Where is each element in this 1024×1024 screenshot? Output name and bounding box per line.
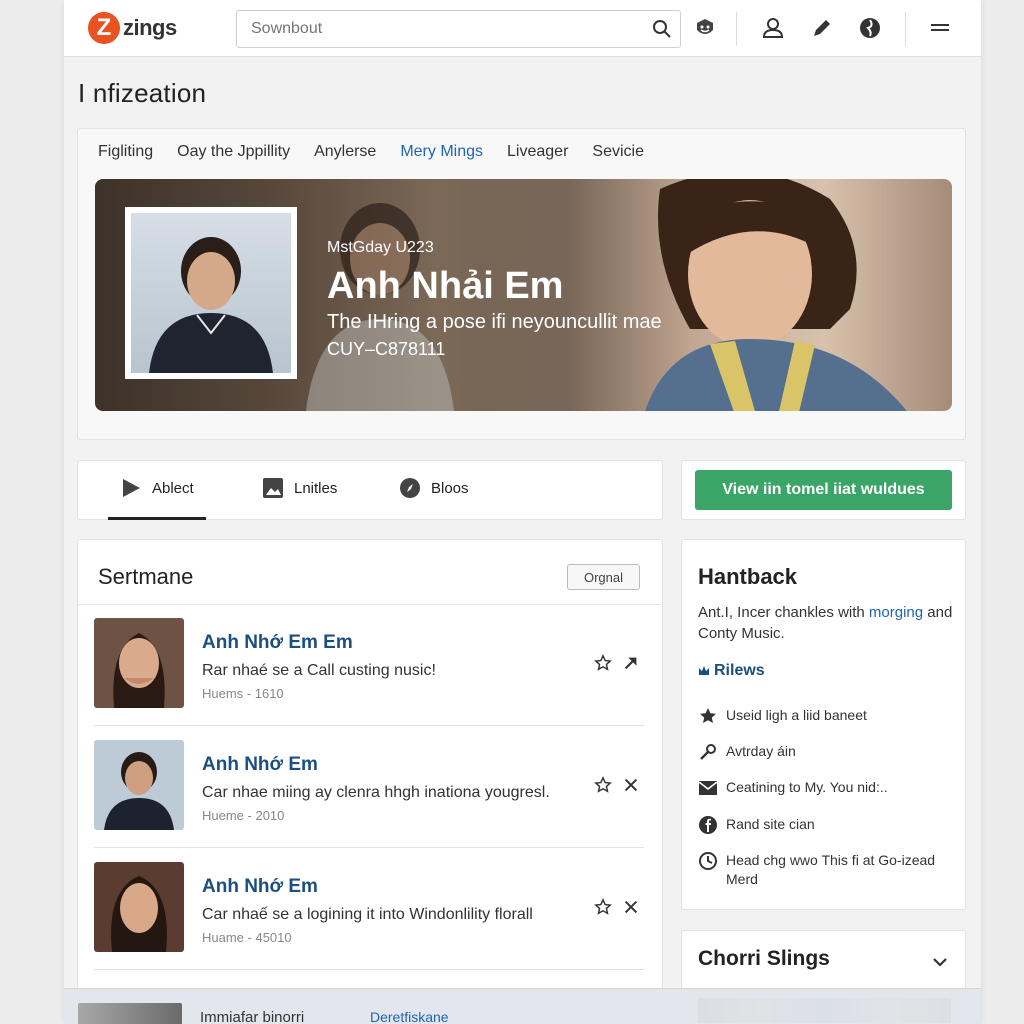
top-bar: Z zings (64, 0, 981, 57)
tab-anylerse[interactable]: Anylerse (314, 143, 376, 161)
tab-sevicie[interactable]: Sevicie (592, 143, 644, 161)
tab-figliting[interactable]: Figliting (98, 143, 153, 161)
desc-text: Ant.I, Incer chankles with (698, 604, 869, 621)
sidebar-item[interactable]: Rand site cian (698, 815, 953, 835)
hero-banner[interactable]: MstGday U223 Anh Nhải Em The IHring a po… (95, 179, 952, 411)
divider (736, 12, 737, 46)
sidebar-item-label: Rand site cian (726, 816, 815, 832)
sidebar-item-label: Useid ligh a liid baneet (726, 707, 867, 723)
woman-photo (645, 179, 907, 411)
list-item[interactable]: Anh Nhớ Em Car nhaế se a logining it int… (94, 848, 644, 970)
subheading-label: Rilews (714, 662, 765, 679)
song-list-card: Sertmane Orgnal Anh Nhớ Em Em Rar nhaé s… (77, 539, 663, 1024)
banner-kicker: MstGday U223 (327, 239, 434, 256)
list-title: Sertmane (98, 564, 194, 589)
banner-title: Anh Nhải Em (327, 265, 564, 307)
star-icon[interactable] (594, 776, 612, 794)
app-window: Z zings I nfizeation Figliting Oay the J… (64, 0, 981, 1024)
compass-icon (400, 478, 420, 498)
song-title[interactable]: Anh Nhớ Em (202, 876, 318, 898)
tab-mery-mings[interactable]: Mery Mings (400, 143, 483, 161)
hero-card: Figliting Oay the Jppillity Anylerse Mer… (77, 128, 966, 440)
song-meta: Huems - 1610 (202, 686, 284, 701)
clock-icon (699, 852, 717, 870)
share-arrow-icon[interactable] (622, 654, 640, 672)
original-button[interactable]: Orgnal (567, 564, 640, 590)
close-icon[interactable] (622, 898, 640, 916)
tab-ablect[interactable]: Ablect (120, 477, 194, 499)
banner-subtitle: The IHring a pose ifi neyouncullit mae (327, 311, 662, 333)
avatar (94, 740, 184, 830)
tab-label: Ablect (152, 479, 194, 497)
search-icon[interactable] (652, 19, 672, 39)
page-title: I nfizeation (78, 78, 207, 108)
list-item[interactable]: Anh Nhớ Em Car nhae miing ay clenra hhgh… (94, 726, 644, 848)
tab-liveager[interactable]: Liveager (507, 143, 568, 161)
active-tab-indicator (108, 517, 206, 520)
hero-tabs: Figliting Oay the Jppillity Anylerse Mer… (98, 143, 644, 161)
globe-icon[interactable] (858, 16, 882, 40)
search-input[interactable] (237, 11, 627, 47)
mail-icon (698, 781, 718, 795)
shield-icon[interactable] (693, 16, 717, 40)
desc-link[interactable]: morging (869, 604, 923, 621)
avatar (94, 862, 184, 952)
logo-text: zings (123, 15, 177, 40)
search-box (236, 10, 681, 48)
tab-label: Lnitles (294, 479, 338, 497)
song-title[interactable]: Anh Nhớ Em Em (202, 632, 353, 654)
song-description: Rar nhaé se a Call custing nusic! (202, 662, 436, 679)
image-icon (263, 478, 283, 498)
song-meta: Huame - 45010 (202, 930, 292, 945)
tab-lnitles[interactable]: Lnitles (262, 477, 337, 499)
sidebar-item[interactable]: Ceatining to My. You nid:.. (698, 778, 953, 798)
sidebar-item-label: Avtrday áin (726, 743, 796, 759)
bottom-text: Immiafar binorri (200, 1009, 305, 1024)
sidebar-item-label: Head chg wwo This fi at Go-izead Merd (726, 852, 936, 887)
sidebar-item[interactable]: Useid ligh a liid baneet (698, 706, 953, 726)
divider (905, 12, 906, 46)
close-icon[interactable] (622, 776, 640, 794)
logo[interactable]: Z zings (88, 12, 177, 44)
sidebar-item-label: Ceatining to My. You nid:.. (726, 779, 888, 795)
sidebar-title: Hantback (698, 564, 798, 589)
star-icon (700, 708, 716, 723)
sidebar-card: Hantback Ant.I, Incer chankles with morg… (681, 539, 966, 910)
tab-label: Bloos (431, 479, 469, 497)
user-icon[interactable] (761, 16, 785, 40)
bottom-thumbnail (78, 1003, 182, 1024)
sidebar-description: Ant.I, Incer chankles with morging and C… (698, 602, 953, 644)
sidebar-item[interactable]: Avtrday áin (698, 742, 953, 762)
artist-thumbnail[interactable] (125, 207, 297, 379)
star-icon[interactable] (594, 654, 612, 672)
pencil-icon[interactable] (810, 16, 834, 40)
chevron-down-icon[interactable] (931, 953, 949, 971)
sidebar-subheading[interactable]: Rilews (698, 662, 765, 680)
media-tabs: Ablect Lnitles Bloos (77, 460, 663, 520)
song-meta: Hueme - 2010 (202, 808, 285, 823)
menu-icon[interactable] (928, 16, 952, 40)
wrench-icon (700, 744, 716, 760)
facebook-icon (699, 816, 717, 834)
crown-icon (699, 666, 709, 675)
banner-code: CUY–C878111 (327, 339, 446, 359)
list-item[interactable]: Anh Nhớ Em Em Rar nhaé se a Call custing… (94, 604, 644, 726)
sidebar2-title[interactable]: Chorri Slings (698, 947, 830, 971)
tab-bloos[interactable]: Bloos (399, 477, 469, 499)
view-button[interactable]: View iin tomel iiat wuldues (695, 470, 952, 510)
sidebar-item[interactable]: Head chg wwo This fi at Go-izead Merd (698, 851, 953, 889)
bottom-bar: Immiafar binorri Deretfiskane (64, 988, 981, 1024)
avatar (94, 618, 184, 708)
tab-oay-the-jppillity[interactable]: Oay the Jppillity (177, 143, 290, 161)
man-photo (149, 237, 273, 373)
song-description: Car nhae miing ay clenra hhgh inationa y… (202, 784, 550, 801)
song-description: Car nhaế se a logining it into Windonlil… (202, 906, 533, 923)
view-button-card: View iin tomel iiat wuldues (681, 460, 966, 520)
bottom-link[interactable]: Deretfiskane (370, 1009, 449, 1024)
logo-mark: Z (88, 12, 120, 44)
play-icon (123, 479, 140, 497)
star-icon[interactable] (594, 898, 612, 916)
song-title[interactable]: Anh Nhớ Em (202, 754, 318, 776)
